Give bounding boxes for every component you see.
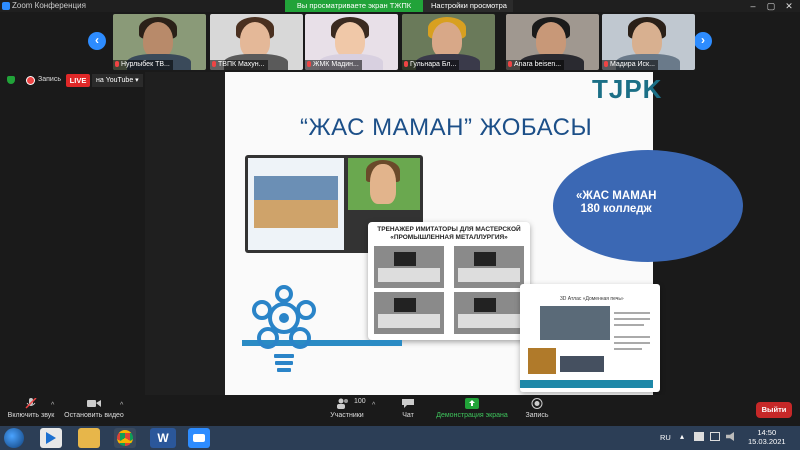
mic-muted-icon (508, 61, 512, 67)
live-badge: LIVE (66, 74, 90, 87)
file-explorer-icon[interactable] (78, 428, 100, 448)
furnace-render (560, 356, 604, 372)
maximize-button[interactable]: ▢ (762, 0, 780, 12)
mic-muted-icon (115, 61, 119, 67)
media-player-icon[interactable] (40, 428, 62, 448)
recording-label: Запись (38, 76, 61, 83)
text-line (614, 318, 650, 320)
network-icon[interactable] (694, 432, 704, 441)
view-options-label: Настройки просмотра (431, 1, 507, 10)
battery-icon[interactable] (710, 432, 720, 441)
participant-name: ТВПК Махун... (218, 61, 265, 68)
gear-bulb-icon (252, 285, 316, 372)
text-line (614, 342, 650, 344)
participant-tile[interactable]: ЖМК Мадин... (305, 14, 398, 70)
participant-tile[interactable]: Гульнара Бл... (402, 14, 495, 70)
record-button[interactable]: Запись (520, 398, 554, 419)
start-button[interactable] (4, 428, 24, 448)
workshop-photo (372, 290, 446, 336)
participants-icon (337, 398, 348, 409)
prev-page-button[interactable]: ‹ (88, 32, 106, 50)
text-line (614, 348, 642, 350)
unmute-button[interactable]: Включить звук (6, 398, 56, 419)
participant-tile[interactable]: Мадира Иск... (602, 14, 695, 70)
participants-button[interactable]: 100 Участники (326, 398, 368, 419)
video-camera-icon (87, 400, 101, 407)
text-line (614, 336, 650, 338)
slide-title: “ЖАС МАМАН” ЖОБАСЫ (300, 114, 593, 141)
participant-name: Нурлыбек ТВ... (121, 61, 170, 68)
atlas-heading: 3D Атлас «Доменная печь» (560, 296, 624, 302)
ellipse-line-2: 180 колледж (580, 203, 652, 215)
view-options-button[interactable]: Настройки просмотра ⌄ (423, 0, 513, 22)
participant-tile[interactable]: Anara beisen... (506, 14, 599, 70)
workshop-photo (452, 290, 526, 336)
livestream-dropdown[interactable]: на YouTube ▾ (92, 74, 143, 87)
share-screen-label: Демонстрация экрана (436, 412, 508, 419)
chat-label: Чат (402, 412, 414, 419)
slide-logo: TJPK (592, 74, 663, 104)
zoom-app-icon (2, 2, 10, 10)
participant-name: ЖМК Мадин... (313, 61, 359, 68)
chrome-icon[interactable] (114, 428, 136, 448)
slide-footer-bar (520, 380, 653, 388)
text-line (614, 312, 650, 314)
clock-time: 14:50 (757, 428, 777, 437)
simulator-title: ТРЕНАЖЕР ИМИТАТОРЫ ДЛЯ МАСТЕРСКОЙ «ПРОМЫ… (377, 226, 521, 241)
share-screen-button[interactable]: Демонстрация экрана (432, 398, 512, 419)
participants-label: Участники (330, 412, 364, 419)
participant-name: Anara beisen... (514, 61, 562, 68)
clock-date: 15.03.2021 (748, 437, 786, 446)
participant-tile[interactable]: Нурлыбек ТВ... (113, 14, 206, 70)
share-screen-icon (465, 398, 479, 409)
mic-muted-icon (307, 61, 311, 67)
participants-count: 100 (354, 398, 366, 405)
furnace-render (528, 348, 556, 374)
record-label: Запись (525, 412, 549, 419)
next-page-button[interactable]: › (694, 32, 712, 50)
chevron-right-icon: › (701, 33, 705, 47)
mic-muted-icon (212, 61, 216, 67)
classroom-render (248, 158, 344, 250)
close-button[interactable]: ✕ (780, 0, 798, 12)
mic-muted-icon (404, 61, 408, 67)
presenter-video-still (348, 158, 420, 210)
stop-video-label: Остановить видео (64, 412, 124, 419)
participants-caret[interactable]: ^ (372, 402, 375, 409)
ellipse-line-1: «ЖАС МАМАН (576, 190, 657, 202)
tray-expand-icon[interactable]: ▴ (680, 432, 684, 441)
participant-name: Гульнара Бл... (410, 61, 457, 68)
system-clock[interactable]: 14:50 15.03.2021 (748, 428, 786, 446)
mic-muted-icon (604, 61, 608, 67)
leave-meeting-button[interactable]: Выйти (756, 402, 792, 418)
text-line (614, 324, 644, 326)
workshop-photo (452, 244, 526, 290)
security-shield-icon[interactable] (7, 76, 15, 84)
participant-name: Мадира Иск... (610, 61, 655, 68)
word-icon[interactable]: W (150, 428, 176, 448)
recording-dot-icon (27, 77, 34, 84)
chevron-left-icon: ‹ (95, 33, 99, 47)
unmute-label: Включить звук (7, 412, 55, 419)
input-language[interactable]: RU (660, 433, 671, 442)
participant-tile[interactable]: ТВПК Махун... (210, 14, 303, 70)
livestream-label: на YouTube (96, 77, 134, 84)
furnace-render (540, 306, 610, 340)
chat-icon (402, 399, 414, 408)
mic-muted-icon (25, 398, 37, 409)
chat-button[interactable]: Чат (394, 398, 422, 419)
caret-down-icon: ▾ (135, 77, 139, 84)
record-icon (531, 398, 543, 409)
audio-options-caret[interactable]: ^ (51, 402, 54, 409)
video-options-caret[interactable]: ^ (120, 402, 123, 409)
workshop-photo (372, 244, 446, 290)
minimize-button[interactable]: – (744, 0, 762, 12)
share-banner: Вы просматриваете экран ТЖПК (285, 0, 423, 12)
zoom-taskbar-icon[interactable] (188, 428, 210, 448)
stop-video-button[interactable]: Остановить видео (62, 398, 126, 419)
window-title: Zoom Конференция (12, 1, 86, 10)
